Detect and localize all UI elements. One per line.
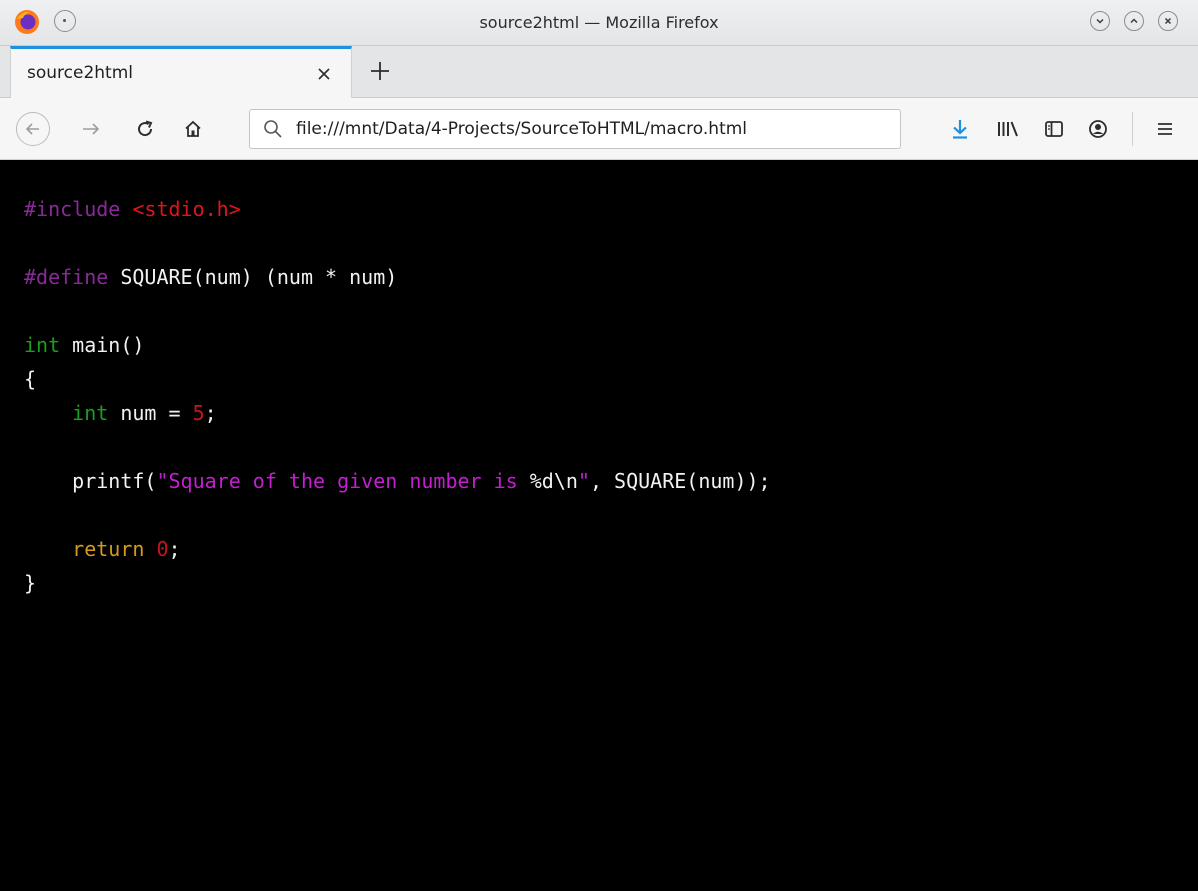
- code-preprocessor: #include: [24, 197, 121, 221]
- code-text: ;: [204, 401, 217, 425]
- sidebar-button[interactable]: [1040, 112, 1068, 146]
- code-text: ;: [168, 537, 181, 561]
- hamburger-menu-icon: [1158, 123, 1172, 135]
- address-bar[interactable]: file:///mnt/Data/4-Projects/SourceToHTML…: [249, 109, 901, 149]
- back-button[interactable]: [16, 112, 50, 146]
- sidebar-icon: [1045, 121, 1063, 137]
- code-preprocessor: #define: [24, 265, 109, 289]
- code-string: "Square of the given number is: [156, 469, 530, 493]
- close-icon[interactable]: [1158, 11, 1178, 31]
- code-block: #include <stdio.h> #define SQUARE(num) (…: [24, 192, 771, 600]
- search-icon: [264, 120, 282, 138]
- code-number: 0: [156, 537, 169, 561]
- download-icon: [953, 120, 967, 139]
- code-text: SQUARE(num) (num * num): [120, 265, 398, 289]
- code-type: int: [24, 333, 61, 357]
- tab-label: source2html: [27, 63, 133, 83]
- tab-strip: source2html: [0, 46, 1198, 98]
- code-text: num =: [120, 401, 193, 425]
- back-arrow-icon: [25, 123, 39, 135]
- home-icon: [185, 120, 201, 137]
- toolbar-separator: [1132, 112, 1133, 146]
- library-button[interactable]: [994, 112, 1022, 146]
- navigation-toolbar: file:///mnt/Data/4-Projects/SourceToHTML…: [0, 98, 1198, 160]
- library-icon: [998, 121, 1018, 137]
- window-title: source2html — Mozilla Firefox: [479, 13, 719, 32]
- tab-close-icon[interactable]: [316, 58, 332, 88]
- code-number: 5: [192, 401, 205, 425]
- forward-button[interactable]: [76, 112, 106, 146]
- code-text: printf(: [72, 469, 157, 493]
- forward-arrow-icon: [83, 123, 100, 135]
- menu-button[interactable]: [1150, 112, 1180, 146]
- code-type: int: [72, 401, 109, 425]
- chevron-down-icon[interactable]: [1090, 11, 1110, 31]
- new-tab-button[interactable]: [369, 50, 391, 90]
- code-include-target: <stdio.h>: [132, 197, 241, 221]
- code-text: , SQUARE(num));: [589, 469, 771, 493]
- window-titlebar: source2html — Mozilla Firefox: [0, 0, 1198, 46]
- code-format-specifier: %d\n: [529, 469, 578, 493]
- tab-source2html[interactable]: source2html: [10, 46, 352, 98]
- code-text: main(): [72, 333, 145, 357]
- page-content: #include <stdio.h> #define SQUARE(num) (…: [0, 160, 1198, 891]
- url-text[interactable]: file:///mnt/Data/4-Projects/SourceToHTML…: [296, 119, 747, 139]
- account-button[interactable]: [1084, 112, 1112, 146]
- code-keyword: return: [72, 537, 145, 561]
- reload-button[interactable]: [130, 112, 160, 146]
- code-text: {: [24, 367, 37, 391]
- downloads-button[interactable]: [946, 112, 974, 146]
- code-string: ": [577, 469, 590, 493]
- chevron-up-icon[interactable]: [1124, 11, 1144, 31]
- reload-icon: [138, 120, 153, 137]
- home-button[interactable]: [178, 112, 208, 146]
- code-text: }: [24, 571, 37, 595]
- account-icon: [1089, 120, 1107, 138]
